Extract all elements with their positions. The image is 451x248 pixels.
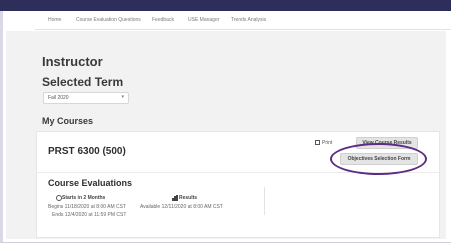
begins-text: Begins 11/18/2020 at 8:00 AM CST <box>48 204 127 210</box>
vertical-divider <box>264 187 265 215</box>
top-header-bar <box>0 0 451 11</box>
nav-feedback[interactable]: Feedback <box>152 17 174 23</box>
selected-term-heading: Selected Term <box>42 75 124 89</box>
course-title: PRST 6300 (500) <box>48 146 126 157</box>
evaluation-status: Starts in 2 Months <box>62 195 106 201</box>
nav-home[interactable]: Home <box>48 17 61 23</box>
page-title: Instructor <box>42 54 103 69</box>
course-evaluations-heading: Course Evaluations <box>48 178 133 188</box>
print-icon[interactable] <box>315 140 320 145</box>
available-text: Available 12/11/2020 at 8:00 AM CST <box>140 204 223 210</box>
nav-course-evaluation-questions[interactable]: Course Evaluation Questions <box>76 17 141 23</box>
term-select[interactable]: Fall 2020 ▾ <box>43 92 129 104</box>
main-nav: Home Course Evaluation Questions Feedbac… <box>35 11 451 30</box>
bottom-edge <box>0 242 451 248</box>
bar-chart-icon <box>172 195 178 201</box>
my-courses-heading: My Courses <box>42 116 94 126</box>
print-link[interactable]: Print <box>322 140 332 146</box>
app-window: Home Course Evaluation Questions Feedbac… <box>0 0 451 248</box>
left-edge <box>0 11 3 248</box>
results-label: Results <box>179 195 198 201</box>
nav-use-manager[interactable]: USE Manager <box>188 17 219 23</box>
ends-text: Ends 12/4/2020 at 11:59 PM CST <box>52 212 127 218</box>
nav-trends-analysis[interactable]: Trends Analysis <box>231 17 266 23</box>
term-select-value: Fall 2020 <box>48 95 69 101</box>
chevron-down-icon: ▾ <box>121 94 124 100</box>
highlight-annotation <box>330 143 427 175</box>
